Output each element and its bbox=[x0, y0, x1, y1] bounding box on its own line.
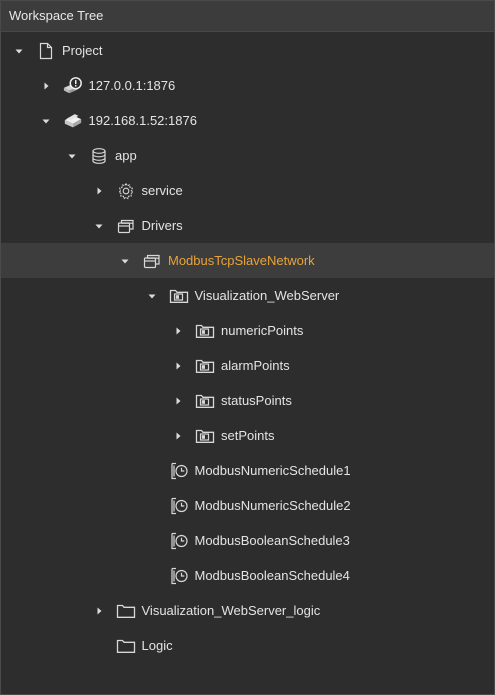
device-folder-icon bbox=[195, 391, 215, 411]
tree-item-label: 192.168.1.52:1876 bbox=[88, 113, 197, 128]
workspace-tree-panel: Workspace Tree Project 127.0.0.1:1876 192.… bbox=[0, 0, 495, 695]
tree-item-label: statusPoints bbox=[221, 393, 292, 408]
expand-arrow-icon[interactable] bbox=[93, 605, 105, 617]
tree-item-modbusbooleanschedule3[interactable]: ModbusBooleanSchedule3 bbox=[1, 523, 494, 558]
panel-title: Workspace Tree bbox=[1, 1, 494, 32]
tree-item-app[interactable]: app bbox=[1, 138, 494, 173]
tree-item-drivers[interactable]: Drivers bbox=[1, 208, 494, 243]
tree-item-label: ModbusNumericSchedule1 bbox=[194, 463, 351, 478]
schedule-icon bbox=[169, 531, 189, 551]
tree-item-label: Logic bbox=[141, 638, 173, 653]
device-folder-icon bbox=[195, 321, 215, 341]
tree-item-label: numericPoints bbox=[221, 323, 304, 338]
tree-item-project[interactable]: Project bbox=[1, 33, 494, 68]
tree-item-label: setPoints bbox=[221, 428, 275, 443]
server-icon bbox=[63, 111, 83, 131]
device-folder-icon bbox=[169, 286, 189, 306]
collapse-arrow-icon[interactable] bbox=[66, 150, 78, 162]
tree-item-visualization-webserver-logic[interactable]: Visualization_WebServer_logic bbox=[1, 593, 494, 628]
tree-item-alarmpoints[interactable]: alarmPoints bbox=[1, 348, 494, 383]
device-folder-icon bbox=[195, 426, 215, 446]
tree-item-label: ModbusBooleanSchedule4 bbox=[194, 568, 350, 583]
tree-item-label: Visualization_WebServer_logic bbox=[141, 603, 321, 618]
device-folder-icon bbox=[195, 356, 215, 376]
tree-item-setpoints[interactable]: setPoints bbox=[1, 418, 494, 453]
schedule-icon bbox=[169, 461, 189, 481]
tree-item-192-168-1-52-1876[interactable]: 192.168.1.52:1876 bbox=[1, 103, 494, 138]
folder-icon bbox=[116, 601, 136, 621]
tree-item-label: ModbusNumericSchedule2 bbox=[194, 498, 351, 513]
tree-item-label: Visualization_WebServer bbox=[194, 288, 340, 303]
schedule-icon bbox=[169, 566, 189, 586]
expand-arrow-icon[interactable] bbox=[172, 395, 184, 407]
expand-arrow-icon[interactable] bbox=[40, 80, 52, 92]
tree-item-modbustcpslavenetwork[interactable]: ModbusTcpSlaveNetwork bbox=[1, 243, 494, 278]
file-icon bbox=[36, 41, 56, 61]
schedule-icon bbox=[169, 496, 189, 516]
tree-item-service[interactable]: service bbox=[1, 173, 494, 208]
tree-item-modbusnumericschedule1[interactable]: ModbusNumericSchedule1 bbox=[1, 453, 494, 488]
collapse-arrow-icon[interactable] bbox=[93, 220, 105, 232]
drivers-icon bbox=[142, 251, 162, 271]
collapse-arrow-icon[interactable] bbox=[146, 290, 158, 302]
tree-item-numericpoints[interactable]: numericPoints bbox=[1, 313, 494, 348]
tree-item-statuspoints[interactable]: statusPoints bbox=[1, 383, 494, 418]
collapse-arrow-icon[interactable] bbox=[13, 45, 25, 57]
gear-icon bbox=[116, 181, 136, 201]
tree-item-label: alarmPoints bbox=[221, 358, 290, 373]
tree-item-label: Drivers bbox=[141, 218, 183, 233]
tree-item-label: ModbusTcpSlaveNetwork bbox=[168, 253, 315, 268]
tree-view: Project 127.0.0.1:1876 192.168.1.52:1876 ap… bbox=[1, 31, 494, 694]
expand-arrow-icon[interactable] bbox=[172, 360, 184, 372]
tree-item-visualization-webserver[interactable]: Visualization_WebServer bbox=[1, 278, 494, 313]
tree-item-modbusnumericschedule2[interactable]: ModbusNumericSchedule2 bbox=[1, 488, 494, 523]
tree-item-modbusbooleanschedule4[interactable]: ModbusBooleanSchedule4 bbox=[1, 558, 494, 593]
expand-arrow-icon[interactable] bbox=[93, 185, 105, 197]
collapse-arrow-icon[interactable] bbox=[40, 115, 52, 127]
tree-item-logic[interactable]: Logic bbox=[1, 628, 494, 663]
server-alert-icon bbox=[63, 76, 83, 96]
tree-item-label: Project bbox=[62, 43, 103, 58]
tree-item-label: ModbusBooleanSchedule3 bbox=[194, 533, 350, 548]
drivers-icon bbox=[116, 216, 136, 236]
folder-icon bbox=[116, 636, 136, 656]
tree-item-127-0-0-1-1876[interactable]: 127.0.0.1:1876 bbox=[1, 68, 494, 103]
tree-item-label: app bbox=[115, 148, 137, 163]
collapse-arrow-icon[interactable] bbox=[119, 255, 131, 267]
expand-arrow-icon[interactable] bbox=[172, 430, 184, 442]
expand-arrow-icon[interactable] bbox=[172, 325, 184, 337]
database-icon bbox=[89, 146, 109, 166]
tree-item-label: 127.0.0.1:1876 bbox=[88, 78, 176, 93]
tree-item-label: service bbox=[141, 183, 183, 198]
